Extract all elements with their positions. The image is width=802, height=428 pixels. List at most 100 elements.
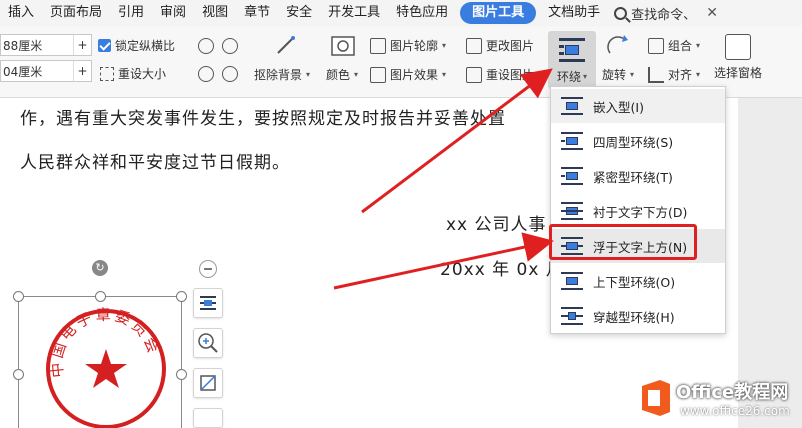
menu-features[interactable]: 特色应用 bbox=[388, 0, 456, 26]
picture-outline-label: 图片轮廓 bbox=[390, 39, 439, 53]
wrap-square-icon bbox=[561, 132, 583, 150]
wrap-option-top-bottom[interactable]: 上下型环绕(O) bbox=[551, 264, 725, 298]
wrap-option-behind-text[interactable]: 衬于文字下方(D) bbox=[551, 194, 725, 228]
lock-ratio-checkbox[interactable]: 锁定纵横比 bbox=[98, 37, 175, 54]
rotate-button[interactable]: 旋转 ▾ bbox=[602, 66, 634, 83]
picture-outline-icon bbox=[370, 37, 386, 54]
wrap-option-label: 穿越型环绕(H) bbox=[593, 309, 675, 325]
group-label: 组合 bbox=[668, 39, 693, 53]
resize-handle-ne[interactable] bbox=[176, 291, 187, 302]
zoom-in-icon[interactable] bbox=[193, 328, 223, 358]
command-search[interactable]: 查找命令、 bbox=[614, 4, 696, 23]
chevron-down-icon: ▾ bbox=[583, 72, 588, 81]
wrap-option-square[interactable]: 四周型环绕(S) bbox=[551, 124, 725, 158]
remove-background-button[interactable]: 抠除背景 ▾ bbox=[254, 66, 310, 83]
wrap-option-label: 上下型环绕(O) bbox=[593, 274, 676, 290]
flip-right-icon[interactable] bbox=[222, 66, 238, 82]
chevron-down-icon: ▾ bbox=[696, 70, 701, 79]
checkbox-checked-icon bbox=[98, 39, 111, 52]
change-picture-icon bbox=[466, 37, 482, 54]
menu-doc-assistant[interactable]: 文档助手 bbox=[540, 0, 608, 26]
seal-stamp-image: 中国电子章委员会 bbox=[46, 307, 166, 428]
menu-insert[interactable]: 插入 bbox=[0, 0, 42, 26]
search-icon bbox=[614, 6, 628, 20]
menu-references[interactable]: 引用 bbox=[110, 0, 152, 26]
command-search-label: 查找命令、 bbox=[631, 7, 697, 23]
reset-picture-button[interactable]: 重设图片 bbox=[466, 66, 534, 83]
menu-developer[interactable]: 开发工具 bbox=[320, 0, 388, 26]
lock-ratio-label: 锁定纵横比 bbox=[115, 39, 176, 53]
rotate-icon bbox=[606, 35, 632, 57]
width-input[interactable]: 04厘米 + bbox=[0, 60, 92, 82]
doc-signature-date: 20xx 年 0x 月 bbox=[440, 260, 564, 280]
menu-security[interactable]: 安全 bbox=[278, 0, 320, 26]
reset-picture-icon bbox=[466, 66, 482, 83]
wrap-text-dropdown: 嵌入型(I) 四周型环绕(S) 紧密型环绕(T) 衬于文字下方(D) 浮于文字上… bbox=[550, 86, 726, 334]
wrap-text-label: 环绕 bbox=[556, 70, 581, 84]
change-picture-button[interactable]: 更改图片 bbox=[466, 37, 534, 54]
chevron-down-icon: ▾ bbox=[630, 70, 635, 79]
wrap-option-tight[interactable]: 紧密型环绕(T) bbox=[551, 159, 725, 193]
width-value: 04厘米 bbox=[3, 64, 43, 79]
color-label: 颜色 bbox=[326, 68, 351, 82]
magic-wand-icon bbox=[272, 35, 300, 57]
group-button[interactable]: 组合 ▾ bbox=[648, 37, 700, 54]
width-increment-button[interactable]: + bbox=[73, 61, 91, 81]
reset-size-button[interactable]: 重设大小 bbox=[100, 65, 166, 82]
height-increment-button[interactable]: + bbox=[73, 35, 91, 55]
selection-pane-button[interactable]: 选择窗格 bbox=[714, 34, 762, 81]
doc-signature-company: xx 公司人事 bbox=[446, 215, 547, 235]
wrap-behind-icon bbox=[561, 202, 583, 220]
office-logo-icon bbox=[642, 380, 670, 416]
menu-picture-tools[interactable]: 图片工具 bbox=[460, 2, 537, 24]
wrap-tight-icon bbox=[561, 167, 583, 185]
color-button[interactable]: 颜色 ▾ bbox=[326, 66, 358, 83]
wrap-top-bottom-icon bbox=[561, 272, 583, 290]
wrap-text-icon bbox=[559, 38, 585, 62]
wrap-option-inline[interactable]: 嵌入型(I) bbox=[551, 89, 725, 123]
resize-handle-n[interactable] bbox=[95, 291, 106, 302]
chevron-down-icon: ▾ bbox=[354, 70, 359, 79]
change-picture-label: 更改图片 bbox=[486, 39, 535, 53]
crop-icon[interactable] bbox=[193, 368, 223, 398]
rotate-right-icon[interactable] bbox=[222, 38, 238, 54]
wrap-option-label: 衬于文字下方(D) bbox=[593, 204, 688, 220]
rotate-label: 旋转 bbox=[602, 68, 627, 82]
resize-handle-w[interactable] bbox=[13, 369, 24, 380]
layout-options-icon[interactable] bbox=[193, 288, 223, 318]
watermark-url: www.office26.com bbox=[680, 404, 790, 418]
align-button[interactable]: 对齐 ▾ bbox=[648, 66, 700, 83]
watermark-title: Office教程网 bbox=[676, 382, 789, 403]
picture-effects-label: 图片效果 bbox=[390, 68, 439, 82]
menu-bar: 插入 页面布局 引用 审阅 视图 章节 安全 开发工具 特色应用 图片工具 文档… bbox=[0, 0, 802, 26]
resize-handle-e[interactable] bbox=[176, 369, 187, 380]
picture-outline-button[interactable]: 图片轮廓 ▾ bbox=[370, 37, 446, 54]
reset-picture-label: 重设图片 bbox=[486, 68, 535, 82]
watermark-logo: Office教程网 www.office26.com bbox=[636, 372, 802, 428]
resize-handle-nw[interactable] bbox=[13, 291, 24, 302]
menu-review[interactable]: 审阅 bbox=[152, 0, 194, 26]
close-icon[interactable]: ✕ bbox=[706, 5, 718, 21]
height-input[interactable]: 88厘米 + bbox=[0, 34, 92, 56]
menu-page-layout[interactable]: 页面布局 bbox=[42, 0, 110, 26]
highlight-box bbox=[549, 224, 697, 260]
wrap-option-through[interactable]: 穿越型环绕(H) bbox=[551, 299, 725, 333]
picture-color-icon bbox=[330, 35, 356, 57]
wrap-inline-icon bbox=[561, 97, 583, 115]
wrap-text-button[interactable]: 环绕 ▾ bbox=[548, 31, 596, 89]
reset-size-icon bbox=[100, 66, 114, 81]
wrap-option-label: 四周型环绕(S) bbox=[593, 134, 674, 150]
rotate-handle[interactable]: ↻ bbox=[92, 260, 108, 276]
menu-section[interactable]: 章节 bbox=[236, 0, 278, 26]
menu-view[interactable]: 视图 bbox=[194, 0, 236, 26]
flip-left-icon[interactable] bbox=[198, 66, 214, 82]
more-tools-icon[interactable] bbox=[193, 408, 223, 428]
rotate-left-icon[interactable] bbox=[198, 38, 214, 54]
reset-size-label: 重设大小 bbox=[118, 67, 167, 81]
chevron-down-icon: ▾ bbox=[696, 41, 701, 50]
doc-line-1: 作，遇有重大突发事件发生，要按照规定及时报告并妥善处置 bbox=[20, 109, 506, 129]
doc-line-2: 人民群众祥和平安度过节日假期。 bbox=[20, 153, 290, 173]
selection-pane-label: 选择窗格 bbox=[714, 66, 763, 80]
collapse-icon[interactable] bbox=[199, 260, 217, 278]
picture-effects-button[interactable]: 图片效果 ▾ bbox=[370, 66, 446, 83]
